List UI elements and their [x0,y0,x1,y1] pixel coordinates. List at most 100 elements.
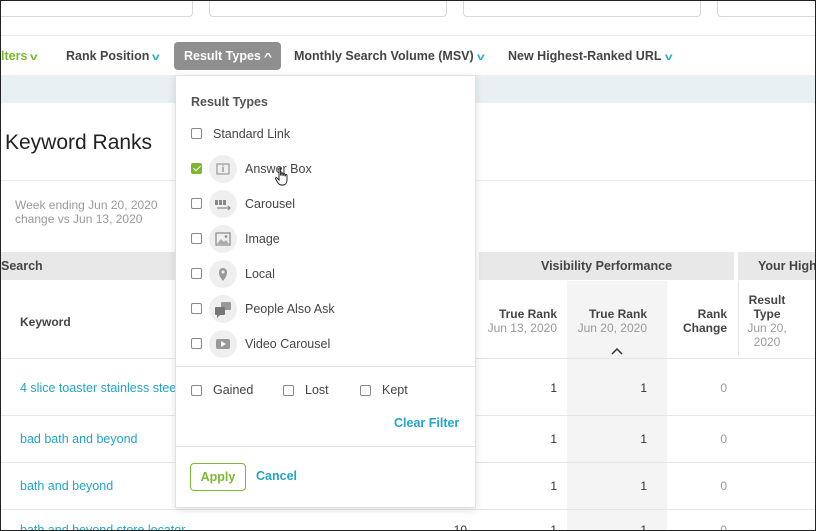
option-answer-box[interactable]: Answer Box [191,155,461,183]
checkbox[interactable] [191,268,202,279]
filter-more-filters[interactable]: lters v [1,42,39,70]
option-local[interactable]: Local [191,260,461,288]
dropdown-divider [176,446,475,447]
col-title: Rank [697,307,727,321]
group-header-your-highest: Your High [738,252,815,280]
filter-new-highest-ranked-url[interactable]: New Highest-Ranked URL v [508,42,673,70]
option-label: Video Carousel [245,337,331,351]
option-image[interactable]: Image [191,225,461,253]
col-header-rank-change[interactable]: Rank Change [657,307,727,335]
option-label: Kept [382,383,408,397]
col-title-2: Type [753,307,781,321]
option-label: Image [245,232,280,246]
true-rank-prev: 1 [550,479,557,493]
filter-bar: lters v Rank Position v Result Types ^ Mont… [1,35,815,75]
col-subtitle: Jun 13, 2020 [487,321,557,335]
page-title: Keyword Ranks [5,131,153,154]
true-rank-prev: 1 [550,381,557,395]
col-subtitle: Jun 20, 2020 [577,321,647,335]
option-gained[interactable]: Gained [191,383,253,397]
checkbox-checked[interactable] [191,163,202,174]
col-subtitle-2: 2020 [753,335,781,349]
play-icon [209,330,237,358]
checkbox[interactable] [191,233,202,244]
top-input-1[interactable] [1,1,193,17]
checkbox[interactable] [191,303,202,314]
rank-change: 0 [720,479,727,493]
filter-label: Monthly Search Volume (MSV) [294,49,474,63]
true-rank-curr: 1 [640,432,647,446]
group-header-label: Search [1,259,43,273]
col-title: Result [748,293,786,307]
info-icon [209,155,237,183]
keyword-link[interactable]: bath and beyond [20,479,113,493]
location-pin-icon [209,260,237,288]
option-label: Standard Link [213,127,291,141]
filter-label: Result Types [184,49,261,63]
true-rank-curr: 1 [640,381,647,395]
filter-result-types[interactable]: Result Types ^ [174,42,281,70]
group-header-label: Visibility Performance [540,259,673,273]
image-icon [209,225,237,253]
col-title-2: Change [682,321,727,335]
option-kept[interactable]: Kept [360,383,408,397]
group-header-visibility: Visibility Performance [479,252,734,280]
rank-change: 0 [720,432,727,446]
chevron-down-icon: v [664,52,673,63]
col-header-true-rank-prev[interactable]: True Rank Jun 13, 2020 [477,307,557,335]
checkbox[interactable] [191,385,202,396]
checkbox[interactable] [360,385,371,396]
option-standard-link[interactable]: Standard Link [191,120,461,148]
col-header-keyword[interactable]: Keyword [20,315,71,329]
col-header-result-type[interactable]: Result Type Jun 20, 2020 [743,293,791,349]
true-rank-prev: 1 [550,523,557,531]
option-carousel[interactable]: Carousel [191,190,461,218]
top-input-3[interactable] [463,1,701,17]
change-vs-text: change vs Jun 13, 2020 [15,212,143,226]
row-divider [1,509,815,510]
chevron-down-icon: v [476,52,485,63]
keyword-link[interactable]: 4 slice toaster stainless stee [20,381,176,395]
chevron-down-icon: v [30,52,39,63]
col-title: True Rank [498,307,557,321]
option-label: People Also Ask [245,302,335,316]
option-label: Carousel [245,197,296,211]
filter-label: Rank Position [66,49,150,63]
keyword-link[interactable]: bad bath and beyond [20,432,137,446]
option-label: Lost [305,383,329,397]
top-input-2[interactable] [209,1,447,17]
result-types-dropdown: Result Types Standard Link Answer Box Ca… [175,75,476,508]
dropdown-divider [176,366,475,367]
option-label: Local [245,267,275,281]
apply-button[interactable]: Apply [190,463,246,491]
col-subtitle: Jun 20, [747,321,787,335]
app-window: lters v Rank Position v Result Types ^ Mont… [0,0,816,531]
true-rank-curr: 1 [640,523,647,531]
option-video-carousel[interactable]: Video Carousel [191,330,461,358]
dropdown-title: Result Types [191,95,268,109]
checkbox[interactable] [191,338,202,349]
chat-bubbles-icon [209,295,237,323]
clear-filter-link[interactable]: Clear Filter [394,416,459,430]
option-label: Gained [213,383,254,397]
option-lost[interactable]: Lost [283,383,329,397]
true-rank-prev: 1 [550,432,557,446]
filter-msv[interactable]: Monthly Search Volume (MSV) v [294,42,485,70]
col-header-true-rank-curr[interactable]: True Rank Jun 20, 2020 [567,307,647,335]
cancel-link[interactable]: Cancel [256,469,297,483]
checkbox[interactable] [283,385,294,396]
carousel-icon [209,190,237,218]
keyword-link[interactable]: bath and beyond store locator [20,523,185,530]
chevron-up-icon: ^ [263,52,272,63]
col-divider [738,281,739,356]
top-input-4[interactable] [717,1,815,17]
checkbox[interactable] [191,128,202,139]
true-rank-curr: 1 [640,479,647,493]
filter-rank-position[interactable]: Rank Position v [66,42,160,70]
option-people-also-ask[interactable]: People Also Ask [191,295,461,323]
checkbox[interactable] [191,198,202,209]
rank-change: 0 [720,523,727,531]
filter-label: lters [1,49,28,63]
week-ending-text: Week ending Jun 20, 2020 [15,198,158,212]
sort-asc-icon [610,343,624,355]
